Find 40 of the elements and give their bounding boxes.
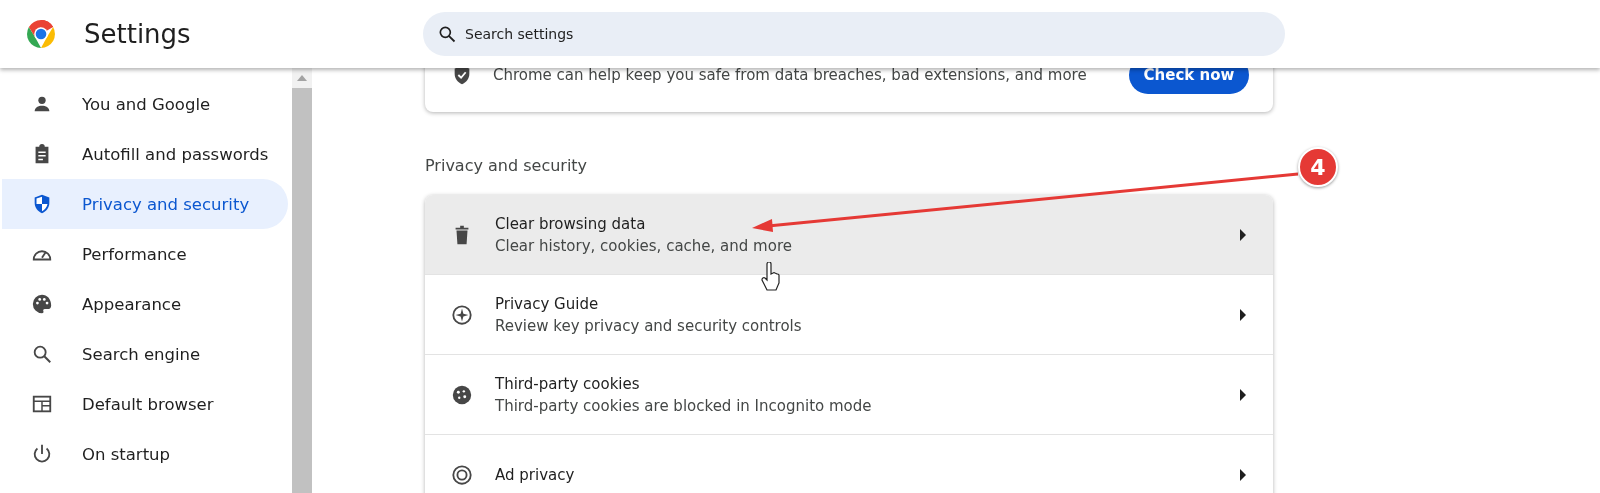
sidebar-item[interactable]: On startup bbox=[2, 429, 288, 479]
sidebar-item[interactable]: You and Google bbox=[2, 79, 288, 129]
row-title: Clear browsing data bbox=[495, 214, 647, 233]
sidebar-item[interactable]: Appearance bbox=[2, 279, 288, 329]
sidebar-item[interactable]: Autofill and passwords bbox=[2, 129, 288, 179]
settings-row[interactable]: Third-party cookies Third-party cookies are blocked in Incognito mode bbox=[425, 355, 1273, 435]
sidebar-item[interactable]: Default browser bbox=[2, 379, 288, 429]
search-icon bbox=[437, 24, 457, 44]
page-title: Settings bbox=[84, 19, 192, 49]
browser-logo bbox=[26, 19, 56, 49]
search-icon bbox=[31, 343, 53, 365]
row-subtitle: Clear history, cookies, cache, and more bbox=[495, 236, 793, 255]
compass-icon bbox=[451, 303, 473, 326]
safety-check-text: Chrome can help keep you safe from data breaches, bad extensions, and more bbox=[493, 68, 1088, 84]
scroll-up-icon[interactable] bbox=[297, 75, 307, 81]
browser-window-icon bbox=[31, 393, 53, 415]
sidebar-item[interactable]: Performance bbox=[2, 229, 288, 279]
chevron-icon bbox=[1239, 308, 1247, 321]
settings-row[interactable]: Clear browsing data Clear history, cookies, cache, and more bbox=[425, 195, 1273, 275]
row-title: Privacy Guide bbox=[495, 294, 600, 313]
row-title: Third-party cookies bbox=[495, 374, 641, 393]
cookie-icon bbox=[451, 383, 473, 406]
row-subtitle: Third-party cookies are blocked in Incognito mode bbox=[495, 396, 873, 415]
chevron-icon bbox=[1239, 468, 1247, 481]
section-title: Privacy and security bbox=[425, 156, 588, 175]
palette-icon bbox=[31, 293, 53, 315]
chevron-icon bbox=[1239, 388, 1247, 401]
chevron-icon bbox=[1239, 228, 1247, 241]
sidebar-item[interactable]: Privacy and security bbox=[2, 179, 288, 229]
power-icon bbox=[31, 443, 53, 465]
hand-cursor-icon bbox=[760, 262, 782, 292]
settings-row[interactable]: Ad privacy bbox=[425, 435, 1273, 493]
step-badge: 4 bbox=[1298, 147, 1338, 187]
search-field[interactable]: Search settings bbox=[423, 12, 1285, 56]
ad-privacy-icon bbox=[451, 463, 473, 486]
row-title: Ad privacy bbox=[495, 465, 576, 484]
sidebar-item[interactable]: Search engine bbox=[2, 329, 288, 379]
row-subtitle: Review key privacy and security controls bbox=[495, 316, 803, 335]
check-now-button[interactable]: Check now bbox=[1129, 68, 1249, 94]
scrollbar[interactable] bbox=[292, 68, 312, 493]
